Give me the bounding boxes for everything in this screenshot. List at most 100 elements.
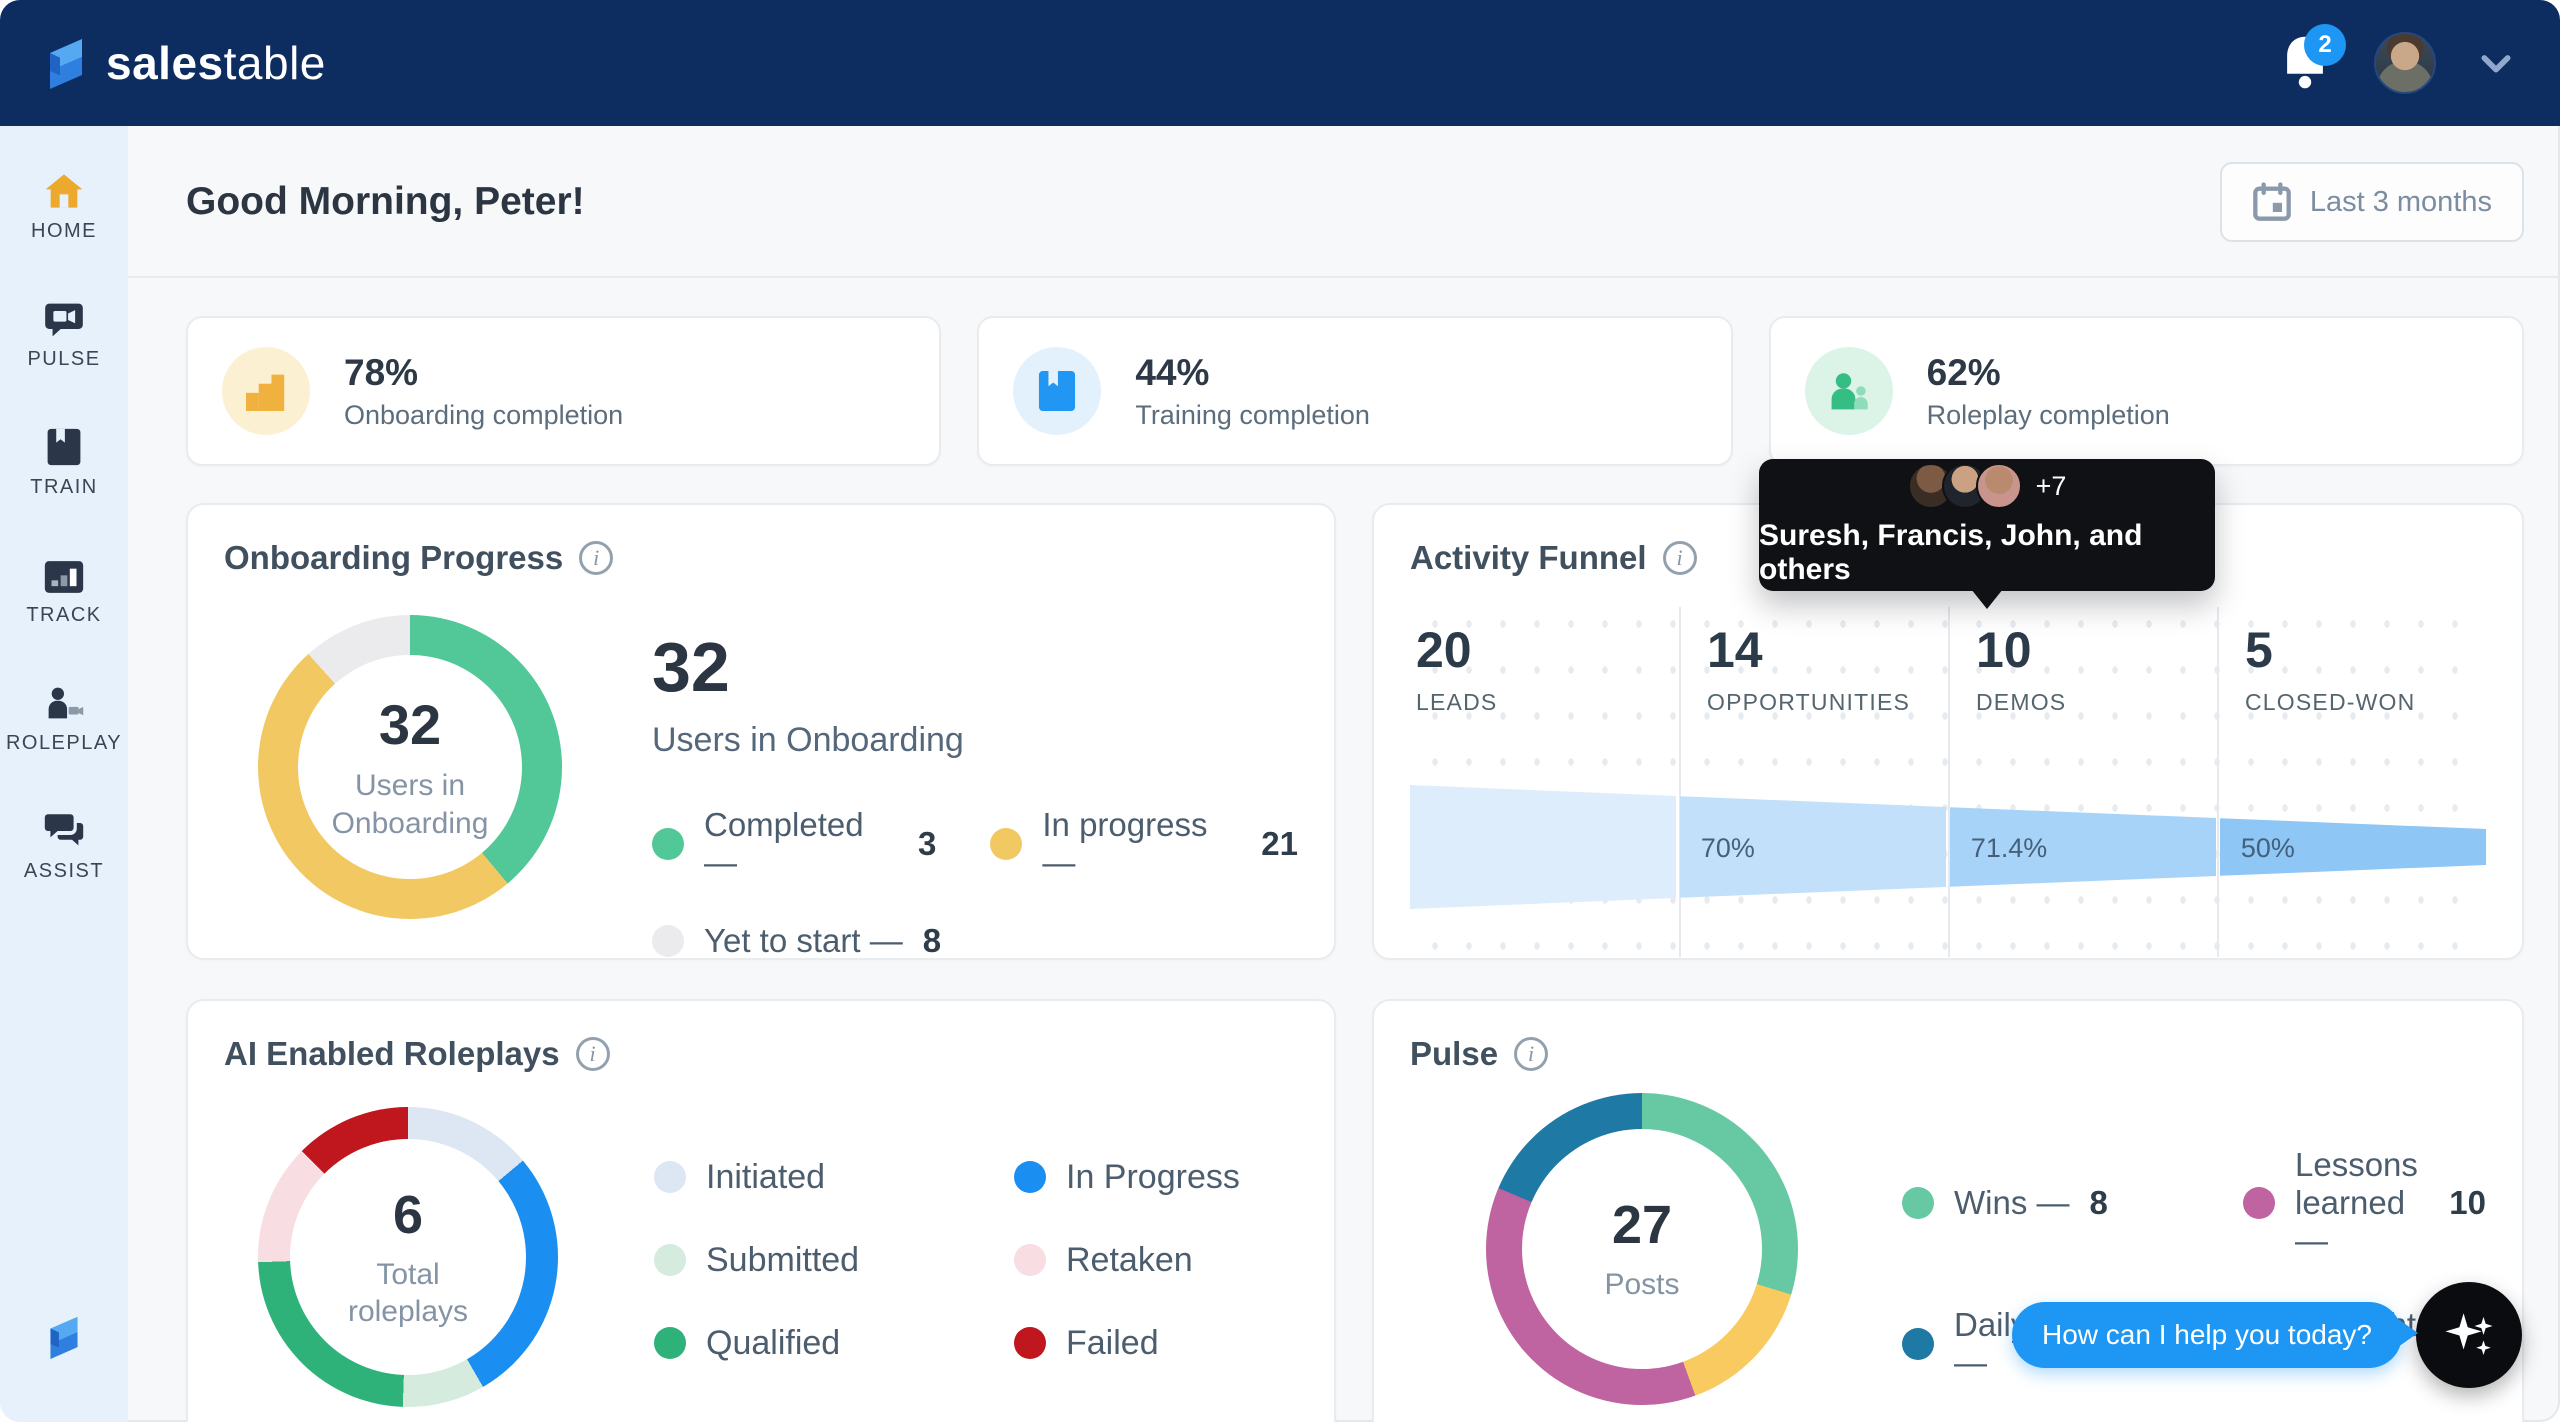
ai-roleplays-card: AI Enabled Roleplays i 6 Total roleplays: [186, 999, 1336, 1422]
stage-count: 20: [1416, 621, 1679, 679]
legend-item-initiated: Initiated: [654, 1158, 984, 1197]
sidebar-item-assist[interactable]: ASSIST: [0, 810, 128, 906]
sidebar-item-home[interactable]: HOME: [0, 170, 128, 266]
legend-dot: [1902, 1328, 1934, 1360]
donut-center-value: 27: [1612, 1194, 1672, 1256]
sidebar-item-label: TRACK: [26, 604, 101, 627]
onboarding-donut-chart: 32 Users in Onboarding: [258, 615, 562, 919]
legend-dot: [652, 925, 684, 957]
legend-item-failed: Failed: [1014, 1324, 1240, 1363]
assistant-chat-bubble[interactable]: How can I help you today?: [2012, 1302, 2402, 1368]
legend-dot: [1014, 1161, 1046, 1193]
calendar-icon: [2252, 182, 2292, 222]
legend-item-qualified: Qualified: [654, 1324, 984, 1363]
kpi-roleplay-completion[interactable]: 62% Roleplay completion: [1769, 316, 2524, 466]
date-range-button[interactable]: Last 3 months: [2220, 162, 2524, 242]
date-range-label: Last 3 months: [2310, 186, 2492, 219]
stage-count: 5: [2245, 621, 2486, 679]
sidebar-item-train[interactable]: TRAIN: [0, 426, 128, 522]
info-icon[interactable]: i: [576, 1037, 610, 1071]
kpi-row: 78% Onboarding completion 44% Training c…: [186, 316, 2524, 466]
avatar: [1976, 463, 2022, 509]
funnel-labels: 70% 71.4% 50%: [1410, 757, 2486, 937]
sidebar-item-label: HOME: [31, 220, 97, 243]
donut-center-label: Posts: [1604, 1266, 1679, 1304]
steps-icon: [222, 347, 310, 435]
brand-logo[interactable]: salestable: [40, 31, 326, 95]
funnel-hover-tooltip: +7 Suresh, Francis, John, and others: [1759, 459, 2215, 591]
kpi-value: 62%: [1927, 352, 2170, 394]
donut-center-label: Users in Onboarding: [310, 767, 510, 842]
legend-dot: [1014, 1244, 1046, 1276]
svg-text:71.4%: 71.4%: [1971, 833, 2047, 863]
sidebar-item-label: TRAIN: [30, 476, 98, 499]
bar-chart-icon: [44, 554, 84, 594]
donut-center-label: Total roleplays: [323, 1256, 493, 1331]
kpi-label: Roleplay completion: [1927, 400, 2170, 431]
legend-dot: [1014, 1327, 1046, 1359]
assist-chat-icon: [44, 810, 84, 850]
legend-item-in-progress: In progress — 21: [990, 806, 1298, 882]
svg-text:50%: 50%: [2241, 833, 2295, 863]
users-in-onboarding-value: 32: [652, 627, 1298, 707]
card-title: Activity Funnel: [1410, 539, 1647, 577]
stage-count: 14: [1707, 621, 1948, 679]
card-title: Pulse: [1410, 1035, 1498, 1073]
legend-dot: [2243, 1187, 2275, 1219]
info-icon[interactable]: i: [1514, 1037, 1548, 1071]
home-icon: [44, 170, 84, 210]
sidebar-item-pulse[interactable]: PULSE: [0, 298, 128, 394]
sidebar-item-label: PULSE: [27, 348, 100, 371]
chevron-down-icon[interactable]: [2476, 43, 2516, 83]
legend-dot: [654, 1244, 686, 1276]
brand-ribbon-icon: [40, 31, 92, 95]
info-icon[interactable]: i: [579, 541, 613, 575]
sidebar-item-track[interactable]: TRACK: [0, 554, 128, 650]
brand-name: salestable: [106, 36, 326, 90]
notifications-button[interactable]: 2: [2276, 32, 2334, 94]
legend-dot: [652, 828, 684, 860]
onboarding-progress-card: Onboarding Progress i 32 Users in Onboar…: [186, 503, 1336, 960]
tooltip-more-count: +7: [2036, 471, 2067, 502]
user-avatar[interactable]: [2374, 32, 2436, 94]
tooltip-avatars: +7: [1908, 463, 2067, 509]
sidebar-nav: HOME PULSE TRAIN TRACK: [0, 126, 128, 1422]
legend-item-completed: Completed — 3: [652, 806, 936, 882]
app-window: salestable 2 HOME: [0, 0, 2560, 1422]
pulse-donut-chart: 27 Posts: [1486, 1093, 1798, 1405]
stage-label: DEMOS: [1976, 689, 2217, 716]
kpi-value: 78%: [344, 352, 623, 394]
donut-center-value: 6: [393, 1184, 423, 1246]
assistant-launcher-button[interactable]: [2416, 1282, 2522, 1388]
kpi-onboarding-completion[interactable]: 78% Onboarding completion: [186, 316, 941, 466]
sidebar-footer-logo: [42, 1309, 86, 1370]
activity-funnel-card: Activity Funnel i +7 Suresh, Franci: [1372, 503, 2524, 960]
legend-item-yet-to-start: Yet to start — 8: [652, 922, 941, 960]
sidebar-item-roleplay[interactable]: ROLEPLAY: [0, 682, 128, 778]
pulse-icon: [44, 298, 84, 338]
legend-dot: [654, 1327, 686, 1359]
book-icon: [1013, 347, 1101, 435]
assistant-widget: How can I help you today?: [2012, 1282, 2522, 1388]
page-title: Good Morning, Peter!: [186, 180, 585, 224]
info-icon[interactable]: i: [1663, 541, 1697, 575]
svg-text:70%: 70%: [1701, 833, 1755, 863]
people-icon: [1805, 347, 1893, 435]
card-title: Onboarding Progress: [224, 539, 563, 577]
kpi-value: 44%: [1135, 352, 1370, 394]
legend-item-submitted: Submitted: [654, 1241, 984, 1280]
stage-label: OPPORTUNITIES: [1707, 689, 1948, 716]
book-icon: [44, 426, 84, 466]
roleplay-icon: [44, 682, 84, 722]
kpi-training-completion[interactable]: 44% Training completion: [977, 316, 1732, 466]
kpi-label: Training completion: [1135, 400, 1370, 431]
legend-dot: [654, 1161, 686, 1193]
users-in-onboarding-label: Users in Onboarding: [652, 721, 1298, 760]
tooltip-names: Suresh, Francis, John, and others: [1759, 519, 2215, 587]
stage-label: CLOSED-WON: [2245, 689, 2486, 716]
roleplays-donut-chart: 6 Total roleplays: [258, 1107, 558, 1407]
legend-dot: [990, 828, 1022, 860]
legend-item-retaken: Retaken: [1014, 1241, 1240, 1280]
funnel-chart: 20 LEADS 14 OPPORTUNITIES 10 DEMOS: [1410, 607, 2486, 957]
sparkles-icon: [2440, 1306, 2498, 1364]
